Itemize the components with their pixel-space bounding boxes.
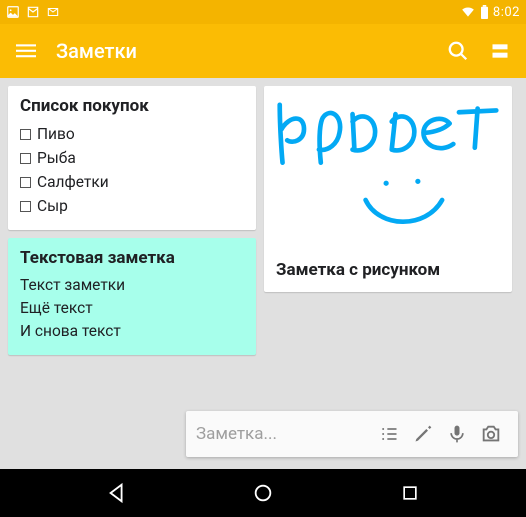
page-title: Заметки — [56, 39, 137, 63]
nav-back-button[interactable] — [87, 469, 147, 517]
status-bar: 8:02 — [0, 0, 526, 24]
checkbox-icon — [20, 129, 31, 140]
new-note-input[interactable]: Заметка... — [196, 424, 372, 444]
list-item: Пиво — [20, 122, 244, 146]
note-title: Список покупок — [20, 96, 244, 116]
nav-home-button[interactable] — [233, 469, 293, 517]
drawing-canvas — [276, 92, 500, 252]
hamburger-icon[interactable] — [14, 39, 38, 63]
clock-text: 8:02 — [493, 5, 520, 20]
checkbox-icon — [20, 201, 31, 212]
new-note-bar: Заметка... — [186, 411, 518, 457]
note-title: Заметка с рисунком — [276, 252, 500, 280]
search-icon[interactable] — [446, 39, 470, 63]
checkbox-icon — [20, 153, 31, 164]
navigation-bar — [0, 469, 526, 517]
gallery-icon — [6, 5, 20, 19]
note-card-checklist[interactable]: Список покупок Пиво Рыба Салфетки Сыр — [8, 86, 256, 230]
list-item: Рыба — [20, 146, 244, 170]
battery-icon — [480, 5, 489, 19]
note-card-text[interactable]: Текстовая заметка Текст заметки Ещё текс… — [8, 238, 256, 355]
list-item: Сыр — [20, 194, 244, 218]
app-bar: Заметки — [0, 24, 526, 78]
mail-icon — [26, 5, 40, 19]
notes-grid: Список покупок Пиво Рыба Салфетки Сыр Те… — [0, 78, 526, 469]
new-photo-icon[interactable] — [474, 417, 508, 451]
note-title: Текстовая заметка — [20, 248, 244, 268]
wifi-icon — [460, 5, 476, 19]
note-card-drawing[interactable]: Заметка с рисунком — [264, 86, 512, 292]
new-list-icon[interactable] — [372, 417, 406, 451]
note-body: Текст заметки Ещё текст И снова текст — [20, 274, 244, 343]
view-toggle-icon[interactable] — [488, 39, 512, 63]
list-item: Салфетки — [20, 170, 244, 194]
new-voice-icon[interactable] — [440, 417, 474, 451]
checkbox-icon — [20, 177, 31, 188]
gmail-icon — [46, 5, 60, 19]
nav-recent-button[interactable] — [380, 469, 440, 517]
new-drawing-icon[interactable] — [406, 417, 440, 451]
